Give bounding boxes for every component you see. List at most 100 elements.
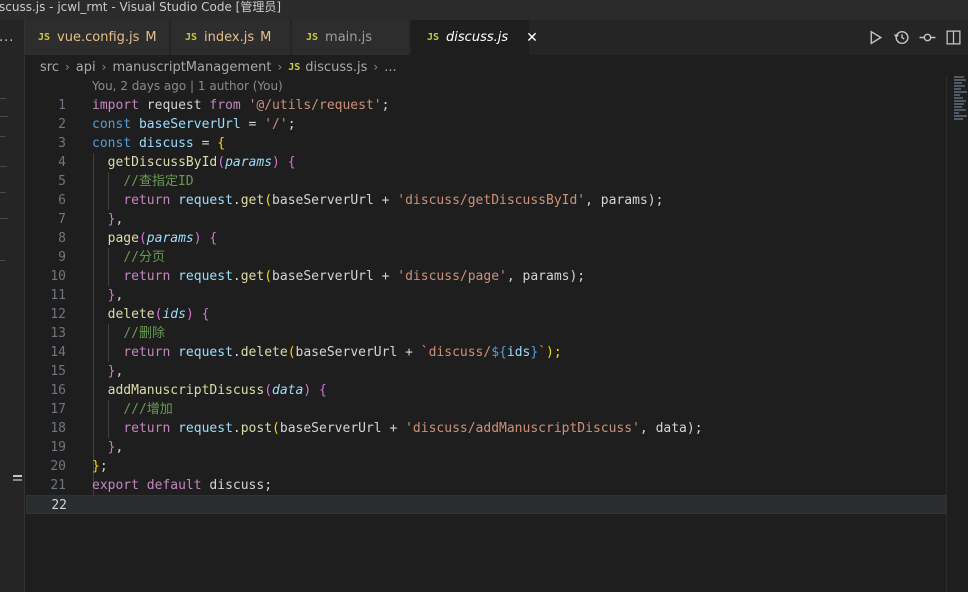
code-line[interactable]: 3 const discuss = { — [26, 134, 946, 153]
breadcrumb-item-more[interactable]: ... — [384, 60, 396, 75]
chevron-right-icon: › — [101, 60, 107, 74]
code-token: baseServerUrl + — [295, 345, 421, 360]
chevron-right-icon: › — [64, 60, 70, 74]
ellipsis-icon[interactable]: ··· — [0, 34, 14, 49]
code-editor[interactable]: 1 import request from '@/utils/request'; … — [26, 96, 946, 514]
breadcrumb-item-file[interactable]: discuss.js — [305, 60, 367, 75]
code-token: , params); — [506, 269, 586, 284]
code-line[interactable]: 2 const baseServerUrl = '/'; — [26, 115, 946, 134]
split-editor-icon[interactable] — [945, 29, 962, 46]
code-token: import — [92, 98, 139, 113]
code-token: baseServerUrl + — [279, 421, 406, 436]
code-line[interactable]: 7 }, — [26, 210, 946, 229]
code-line[interactable]: 21 export default discuss; — [26, 476, 946, 495]
code-token: '@/utils/request' — [248, 98, 382, 113]
line-number: 3 — [58, 136, 66, 151]
js-file-icon: JS — [38, 32, 51, 43]
history-icon[interactable] — [893, 29, 910, 46]
code-line[interactable]: 12 delete(ids) { — [26, 305, 946, 324]
code-line[interactable]: 19 }, — [26, 438, 946, 457]
code-line[interactable]: 17 ///增加 — [26, 400, 946, 419]
line-number: 18 — [50, 421, 66, 436]
sidebar-fragment — [0, 192, 6, 193]
codelens-blame[interactable]: You, 2 days ago | 1 author (You) — [92, 79, 283, 93]
side-bar-edge: ··· — [0, 20, 25, 592]
code-token: request — [138, 98, 210, 113]
code-token: delete — [240, 345, 288, 360]
code-line[interactable]: 20}; — [26, 457, 946, 476]
breadcrumb-item-api[interactable]: api — [76, 60, 96, 75]
code-token: discuss — [138, 136, 194, 151]
code-token: . — [232, 345, 241, 360]
line-number: 19 — [50, 440, 66, 455]
code-token: get — [240, 269, 265, 284]
run-icon[interactable] — [867, 29, 884, 46]
code-token: baseServerUrl — [138, 117, 241, 132]
sidebar-fragment — [0, 116, 8, 117]
code-line[interactable]: 6 return request.get(baseServerUrl + 'di… — [26, 191, 946, 210]
code-token: 'discuss/addManuscriptDiscuss' — [405, 421, 640, 436]
code-token: } — [92, 459, 100, 474]
code-token: , — [115, 288, 124, 303]
line-number: 14 — [50, 345, 66, 360]
breadcrumb-item-folder[interactable]: manuscriptManagement — [112, 60, 271, 75]
code-token: export — [92, 478, 139, 493]
tab-label: index.js — [204, 30, 255, 45]
tab-main[interactable]: JS main.js — [292, 20, 410, 55]
code-token: ; — [287, 117, 296, 132]
code-token: { — [209, 231, 218, 246]
source-control-icon[interactable] — [919, 29, 936, 46]
tab-index[interactable]: JS index.js M — [171, 20, 291, 55]
code-token: ( — [264, 193, 273, 208]
tab-label: discuss.js — [446, 30, 509, 45]
chevron-right-icon: › — [373, 60, 379, 74]
close-icon[interactable]: ✕ — [526, 30, 538, 46]
code-token: ) — [185, 307, 194, 322]
code-token: delete — [107, 307, 155, 322]
code-token: } — [530, 345, 539, 360]
minimap[interactable] — [954, 76, 968, 126]
tab-vue-config[interactable]: JS vue.config.js M — [25, 20, 170, 55]
scrollbar-track[interactable] — [946, 76, 947, 592]
code-token: discuss; — [201, 478, 273, 493]
code-line[interactable]: 5 //查指定ID — [26, 172, 946, 191]
code-line[interactable]: 14 return request.delete(baseServerUrl +… — [26, 343, 946, 362]
code-token: getDiscussById — [107, 155, 218, 170]
code-line[interactable]: 4 getDiscussById(params) { — [26, 153, 946, 172]
breadcrumb-item-src[interactable]: src — [40, 60, 59, 75]
code-line-current[interactable]: 22 — [26, 495, 946, 514]
code-line[interactable]: 9 //分页 — [26, 248, 946, 267]
tab-discuss[interactable]: JS discuss.js ✕ — [411, 20, 538, 55]
code-line[interactable]: 13 //删除 — [26, 324, 946, 343]
line-number: 6 — [58, 193, 66, 208]
code-token: get — [240, 193, 265, 208]
code-token: default — [146, 478, 202, 493]
code-line[interactable]: 1 import request from '@/utils/request'; — [26, 96, 946, 115]
code-line[interactable]: 10 return request.get(baseServerUrl + 'd… — [26, 267, 946, 286]
code-line[interactable]: 18 return request.post(baseServerUrl + '… — [26, 419, 946, 438]
code-line[interactable]: 16 addManuscriptDiscuss(data) { — [26, 381, 946, 400]
code-token: ( — [272, 421, 280, 436]
code-token: ) — [272, 155, 280, 170]
code-line[interactable]: 11 }, — [26, 286, 946, 305]
code-line[interactable]: 8 page(params) { — [26, 229, 946, 248]
code-token: . — [232, 421, 241, 436]
modified-badge: M — [145, 30, 157, 45]
code-line[interactable]: 15 }, — [26, 362, 946, 381]
breadcrumb: src › api › manuscriptManagement › JS di… — [40, 58, 397, 76]
scroll-marker — [13, 479, 22, 481]
line-number: 5 — [58, 174, 66, 189]
scroll-marker — [13, 475, 22, 477]
code-token: { — [217, 136, 226, 151]
